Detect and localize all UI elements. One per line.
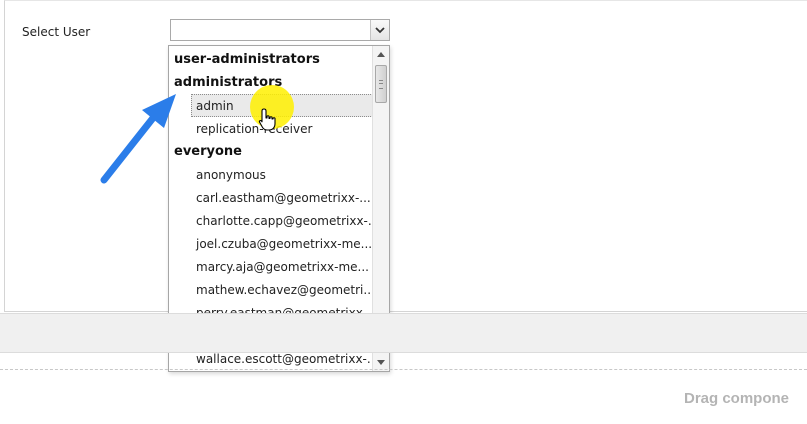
- select-user-label: Select User: [22, 25, 91, 39]
- dropdown-option[interactable]: carl.eastham@geometrixx-...: [191, 186, 373, 209]
- hand-pointer-icon: [258, 108, 276, 131]
- dropdown-option[interactable]: marcy.aja@geometrixx-me...: [191, 255, 373, 278]
- dropdown-option[interactable]: charlotte.capp@geometrixx-...: [191, 209, 373, 232]
- grip-icon: [379, 80, 383, 89]
- drop-zone-divider: [0, 369, 807, 370]
- arrow-pointer-icon: [100, 94, 176, 184]
- dropdown-option[interactable]: anonymous: [191, 163, 373, 186]
- dropdown-option[interactable]: joel.czuba@geometrixx-me...: [191, 232, 373, 255]
- scroll-down-arrow-icon[interactable]: [377, 360, 385, 365]
- select-user-input[interactable]: [171, 20, 369, 40]
- drag-components-hint: Drag compone: [684, 390, 790, 407]
- combo-trigger-button[interactable]: [370, 20, 389, 40]
- footer-bar: [0, 313, 807, 353]
- dropdown-group-header: user-administrators: [174, 52, 320, 67]
- chevron-down-icon: [375, 27, 385, 34]
- dropdown-group-header: everyone: [174, 144, 242, 159]
- scrollbar-thumb[interactable]: [375, 65, 387, 103]
- dropdown-option[interactable]: mathew.echavez@geometri...: [191, 278, 373, 301]
- select-user-combobox[interactable]: [170, 19, 390, 41]
- scroll-up-arrow-icon[interactable]: [377, 52, 385, 57]
